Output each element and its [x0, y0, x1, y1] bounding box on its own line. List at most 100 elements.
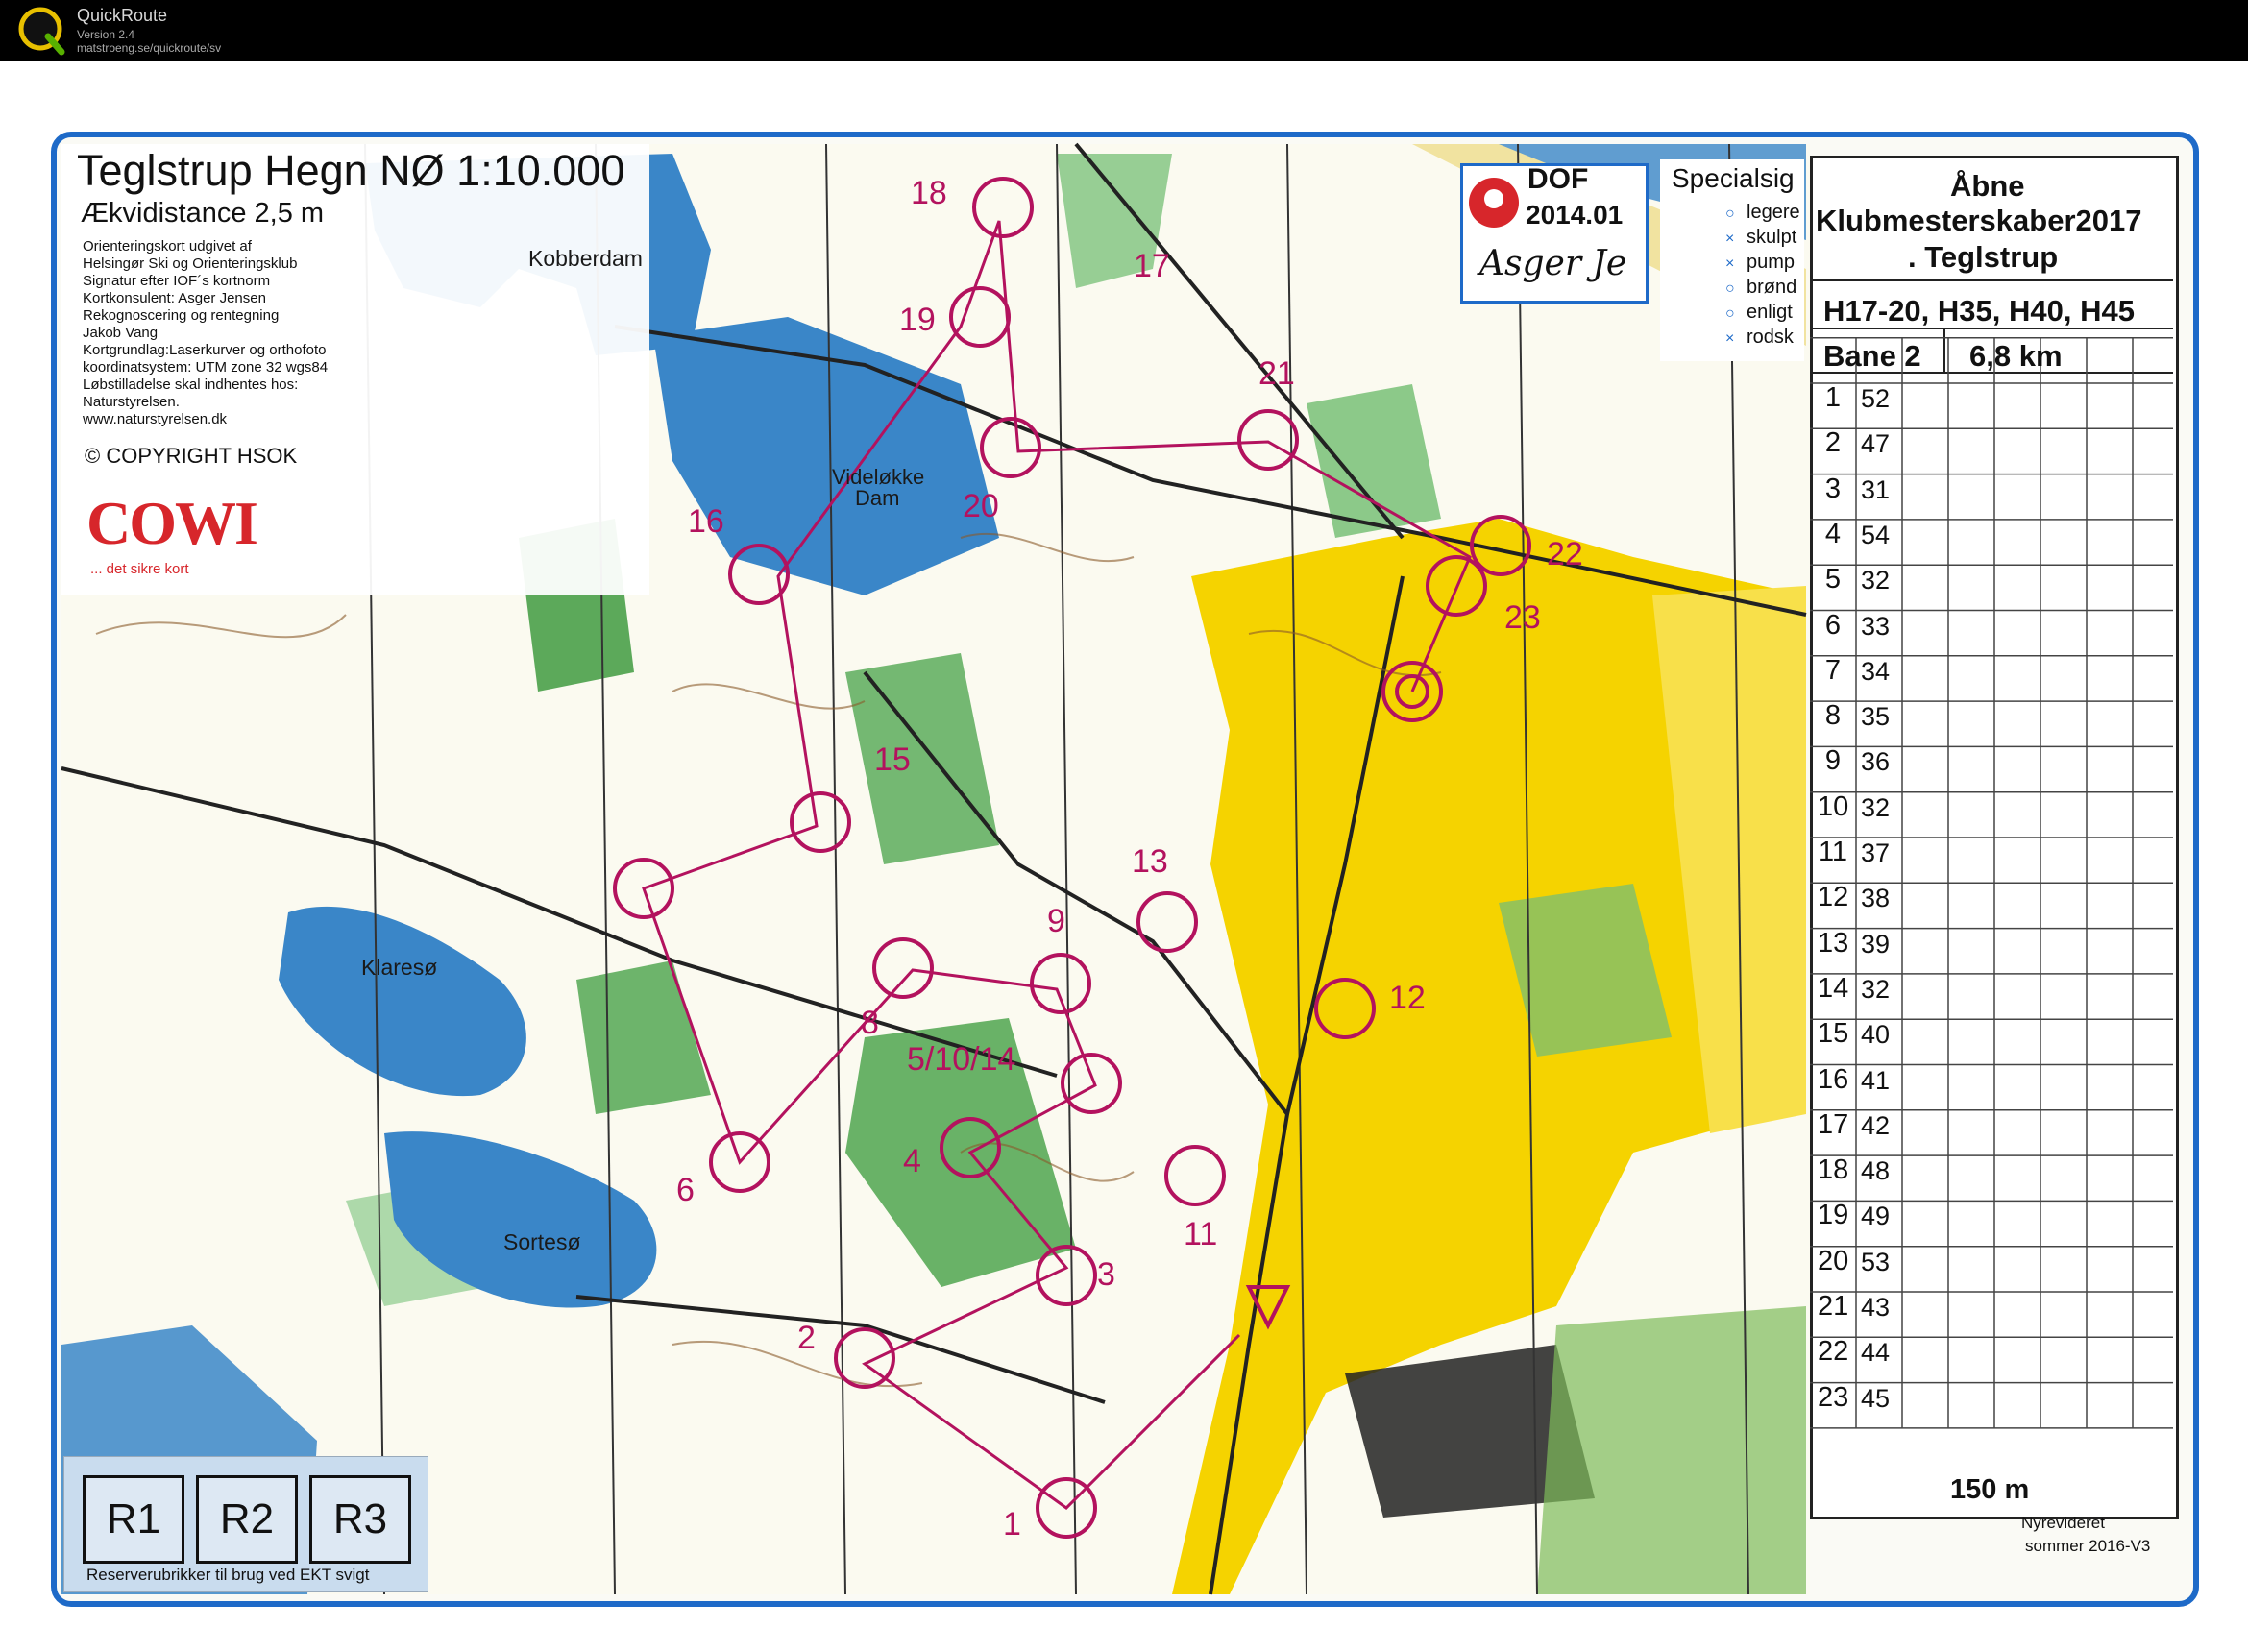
control-number: 16	[688, 503, 724, 540]
control-row-number: 2	[1824, 427, 1842, 459]
control-number: 15	[874, 741, 911, 778]
special-symbol-item: rodsk	[1747, 327, 1794, 348]
dof-logo-icon	[1469, 178, 1519, 228]
lake-label: Kobberdam	[528, 246, 643, 271]
symbol-icon: ×	[1725, 330, 1735, 347]
info-line: Orienteringskort udgivet af	[83, 238, 252, 255]
dof-label: DOF	[1527, 163, 1589, 195]
control-number: 5/10/14	[907, 1041, 1016, 1078]
special-symbol-item: enligt	[1747, 302, 1793, 323]
control-number: 19	[899, 302, 936, 338]
special-symbol-item: brønd	[1747, 277, 1797, 298]
control-row-number: 4	[1824, 518, 1842, 549]
control-row-code: 47	[1861, 429, 1891, 459]
cowi-tagline: ... det sikre kort	[90, 561, 189, 577]
info-line: Rekognoscering og rentegning	[83, 307, 280, 324]
course-classes: H17-20, H35, H40, H45	[1823, 294, 2135, 328]
control-number: 3	[1097, 1256, 1115, 1293]
special-symbol-item: legere	[1747, 202, 1800, 223]
lake-label: Sortesø	[503, 1229, 581, 1254]
control-row-number: 11	[1818, 837, 1848, 867]
control-row-number: 13	[1818, 927, 1849, 959]
control-number: 20	[963, 488, 999, 524]
control-row-code: 35	[1861, 702, 1891, 732]
control-row-code: 54	[1861, 520, 1891, 549]
course-name: Bane 2	[1823, 339, 1921, 373]
symbol-icon: ○	[1725, 280, 1735, 297]
control-row-number: 6	[1824, 609, 1842, 641]
quickroute-logo-icon	[18, 7, 65, 56]
copyright-label: © COPYRIGHT HSOK	[85, 444, 298, 468]
app-titlebar: QuickRoute Version 2.4 matstroeng.se/qui…	[0, 0, 2248, 61]
control-row-number: 3	[1824, 473, 1842, 504]
control-number: 8	[861, 1005, 879, 1041]
control-row-code: 32	[1861, 974, 1891, 1004]
control-row-code: 45	[1861, 1383, 1891, 1413]
control-row-number: 9	[1824, 745, 1842, 777]
app-url: matstroeng.se/quickroute/sv	[77, 41, 222, 55]
control-number: 13	[1132, 843, 1168, 880]
control-row-number: 21	[1818, 1291, 1849, 1322]
event-title-line: . Teglstrup	[1908, 240, 2059, 274]
info-line: Kortgrundlag:Laserkurver og orthofoto	[83, 342, 327, 358]
symbol-icon: ×	[1725, 255, 1735, 272]
control-row-code: 37	[1861, 838, 1891, 867]
control-row-code: 41	[1861, 1065, 1891, 1095]
control-row-number: 18	[1818, 1154, 1849, 1186]
info-line: Signatur efter IOF´s kortnorm	[83, 273, 271, 289]
settlement-green	[1537, 1306, 1806, 1594]
symbol-icon: ×	[1725, 231, 1735, 247]
reserve-box-r1: R1	[83, 1475, 184, 1564]
dof-signature: Asger Je	[1479, 244, 1627, 283]
control-row-code: 42	[1861, 1110, 1891, 1140]
cowi-logo: COWI	[86, 489, 258, 557]
info-line: Helsingør Ski og Orienteringsklub	[83, 255, 298, 272]
reserve-box-r3: R3	[309, 1475, 411, 1564]
control-row-code: 33	[1861, 611, 1891, 641]
control-row-code: 43	[1861, 1293, 1891, 1322]
control-row-code: 52	[1861, 384, 1891, 413]
info-line: Kortkonsulent: Asger Jensen	[83, 290, 266, 306]
control-row-number: 5	[1824, 564, 1842, 595]
event-title-line: Åbne	[1950, 169, 2025, 203]
control-row-number: 23	[1818, 1381, 1849, 1413]
control-row-code: 49	[1861, 1202, 1891, 1231]
app-title: QuickRoute	[77, 6, 168, 25]
control-row-code: 32	[1861, 566, 1891, 595]
reserve-box-r2: R2	[196, 1475, 298, 1564]
control-row-number: 17	[1818, 1108, 1849, 1140]
control-row-number: 16	[1818, 1063, 1849, 1095]
info-line: Naturstyrelsen.	[83, 394, 180, 410]
control-row-code: 40	[1861, 1020, 1891, 1050]
control-number: 4	[903, 1143, 921, 1179]
control-number: 21	[1258, 355, 1295, 392]
control-number: 9	[1047, 903, 1065, 939]
special-symbols-title: Specialsig	[1672, 163, 1795, 193]
app-version: Version 2.4	[77, 28, 135, 41]
control-number: 11	[1184, 1216, 1218, 1252]
special-symbol-item: pump	[1747, 252, 1796, 273]
control-row-number: 7	[1824, 654, 1842, 686]
finish-distance: 150 m	[1950, 1474, 2030, 1505]
control-number: 6	[676, 1172, 695, 1208]
symbol-icon: ○	[1725, 305, 1735, 322]
control-row-number: 14	[1818, 972, 1849, 1004]
special-symbol-item: skulpt	[1747, 227, 1797, 248]
control-row-code: 53	[1861, 1247, 1891, 1276]
control-row-code: 38	[1861, 884, 1891, 913]
symbol-icon: ○	[1725, 206, 1735, 222]
map-title: Teglstrup Hegn NØ 1:10.000	[77, 146, 625, 195]
map-viewport[interactable]: Teglstrup Hegn NØ 1:10.000 Ækvidistance …	[0, 61, 2248, 1652]
control-row-code: 34	[1861, 656, 1891, 686]
info-line: Løbstilladelse skal indhentes hos:	[83, 377, 299, 393]
control-row-number: 12	[1818, 882, 1849, 913]
control-row-code: 44	[1861, 1338, 1891, 1368]
control-row-number: 8	[1824, 700, 1842, 732]
control-row-code: 48	[1861, 1156, 1891, 1186]
info-line: www.naturstyrelsen.dk	[83, 411, 228, 427]
control-row-number: 19	[1818, 1200, 1849, 1231]
info-line: koordinatsystem: UTM zone 32 wgs84	[83, 359, 329, 376]
control-row-number: 20	[1818, 1245, 1849, 1276]
reserve-text: Reserverubrikker til brug ved EKT svigt	[86, 1566, 370, 1584]
control-number: 17	[1134, 248, 1170, 284]
